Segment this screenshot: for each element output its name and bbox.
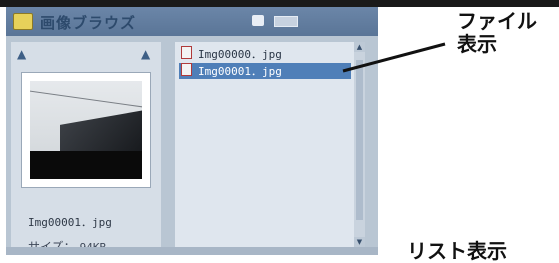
photo-preview (30, 81, 142, 179)
status-bar (6, 247, 378, 255)
lock-icon (252, 15, 264, 26)
scroll-down-icon[interactable]: ▼ (354, 237, 365, 247)
image-thumbnail[interactable] (21, 72, 151, 188)
file-name: Img00000．jpg (198, 48, 282, 61)
file-list-item-selected[interactable]: Img00001．jpg (179, 63, 351, 79)
list-display-callout: リスト表示 (407, 239, 507, 263)
scrollbar[interactable]: ▲ ▼ (354, 42, 365, 247)
file-display-line-2: 表示 (457, 32, 497, 56)
file-display-line-1: ファイル (457, 9, 537, 33)
app-title: 画像ブラウズ (40, 14, 137, 32)
battery-icon (274, 16, 298, 27)
file-name: Img00001．jpg (198, 65, 282, 78)
image-file-icon (181, 63, 192, 76)
file-list-item[interactable]: Img00000．jpg (179, 46, 351, 62)
scroll-thumb[interactable] (356, 60, 363, 220)
file-display-callout: ファイル 表示 (457, 10, 537, 56)
image-file-icon (181, 46, 192, 59)
top-border (0, 0, 559, 7)
folder-icon (13, 13, 33, 30)
next-arrow-icon[interactable]: ▲ (141, 47, 150, 61)
preview-filename: Img00001．jpg (28, 216, 112, 229)
device-screen: 画像ブラウズ ▲ ▲ Img00001．jpg サイズ：94KB Img0000… (6, 7, 378, 255)
title-bar: 画像ブラウズ (6, 7, 378, 36)
scroll-up-icon[interactable]: ▲ (354, 42, 365, 52)
previous-arrow-icon[interactable]: ▲ (17, 47, 26, 61)
preview-pane: ▲ ▲ Img00001．jpg サイズ：94KB (11, 42, 161, 255)
file-list[interactable]: Img00000．jpg Img00001．jpg (175, 42, 365, 247)
